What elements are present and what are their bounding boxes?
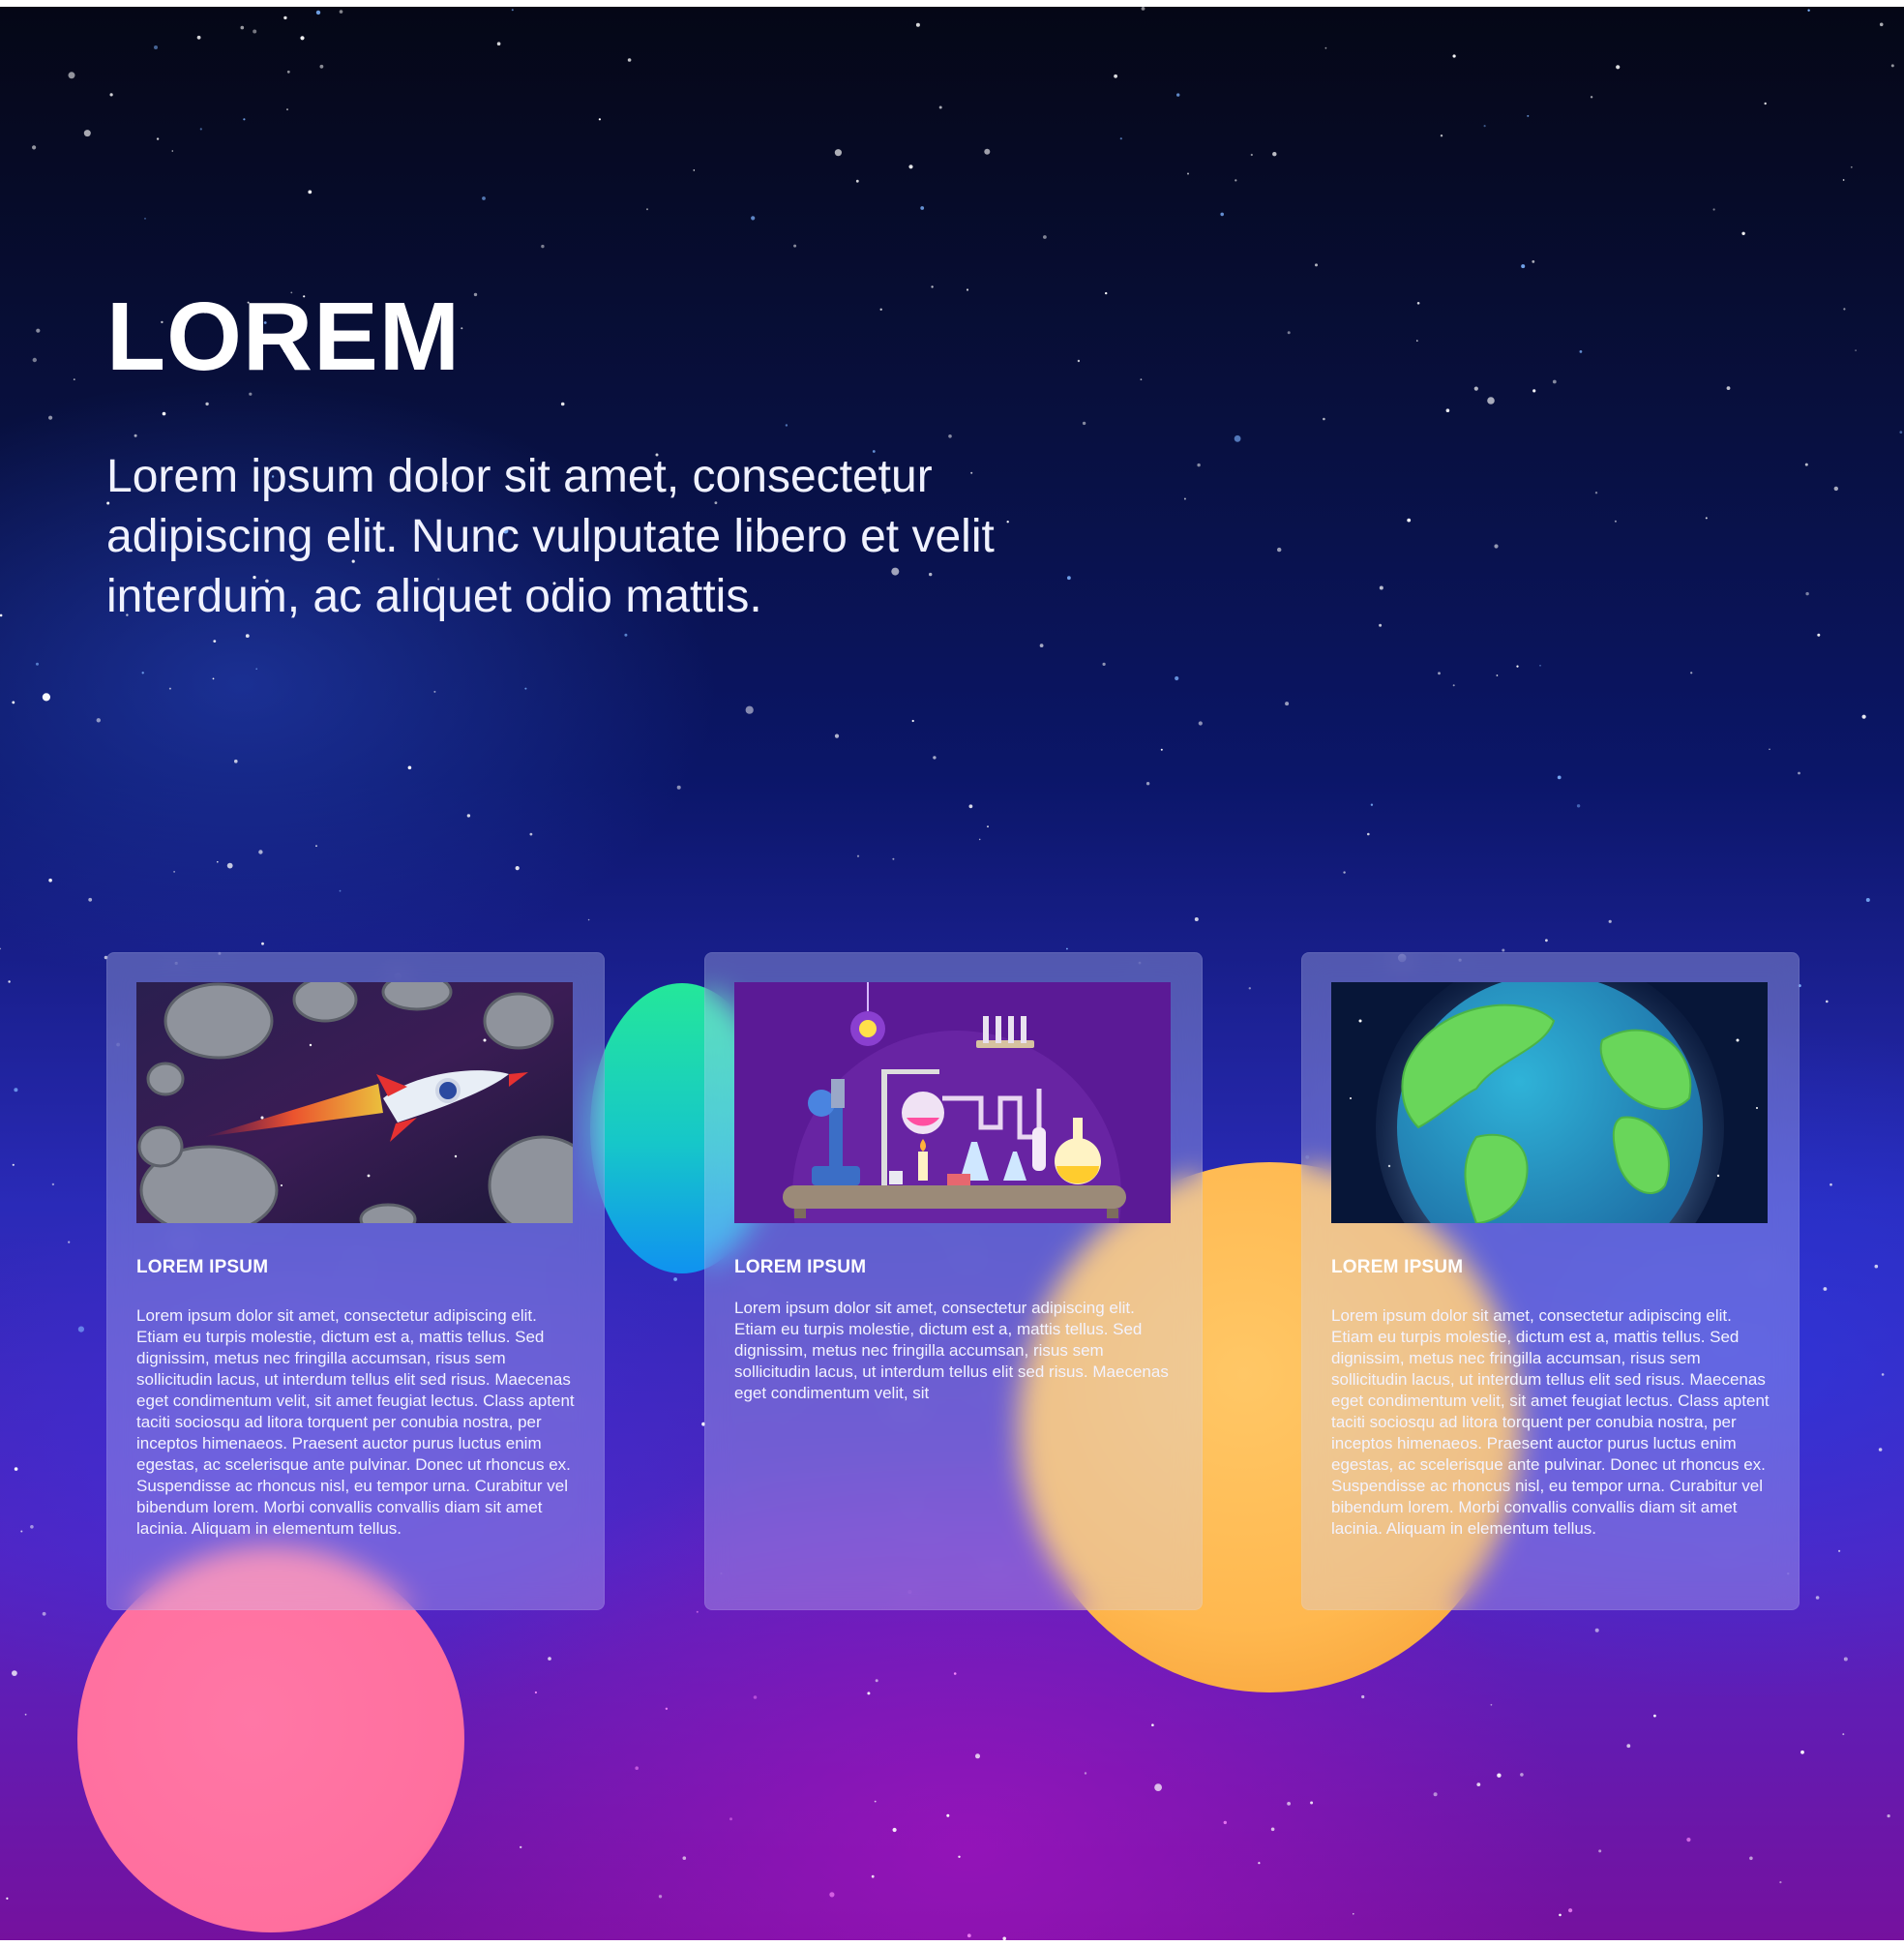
earth-illustration [1331, 982, 1768, 1223]
card-text: Lorem ipsum dolor sit amet, consectetur … [734, 1299, 1169, 1402]
space-background: LOREM Lorem ipsum dolor sit amet, consec… [0, 7, 1904, 1940]
hero-title: LOREM [106, 283, 461, 391]
card-rocket: LOREM IPSUM Lorem ipsum dolor sit amet, … [106, 952, 605, 1610]
card-text: Lorem ipsum dolor sit amet, consectetur … [136, 1306, 575, 1538]
card-lab: LOREM IPSUM Lorem ipsum dolor sit amet, … [704, 952, 1203, 1610]
lab-illustration [734, 982, 1171, 1223]
rocket-illustration [136, 982, 573, 1223]
card-title: LOREM IPSUM [1331, 1257, 1464, 1277]
card-title: LOREM IPSUM [136, 1257, 269, 1277]
hero-description: Lorem ipsum dolor sit amet, consectetur … [106, 451, 995, 622]
card-earth: LOREM IPSUM Lorem ipsum dolor sit amet, … [1301, 952, 1800, 1610]
card-text: Lorem ipsum dolor sit amet, consectetur … [1331, 1306, 1770, 1538]
card-title: LOREM IPSUM [734, 1257, 867, 1277]
